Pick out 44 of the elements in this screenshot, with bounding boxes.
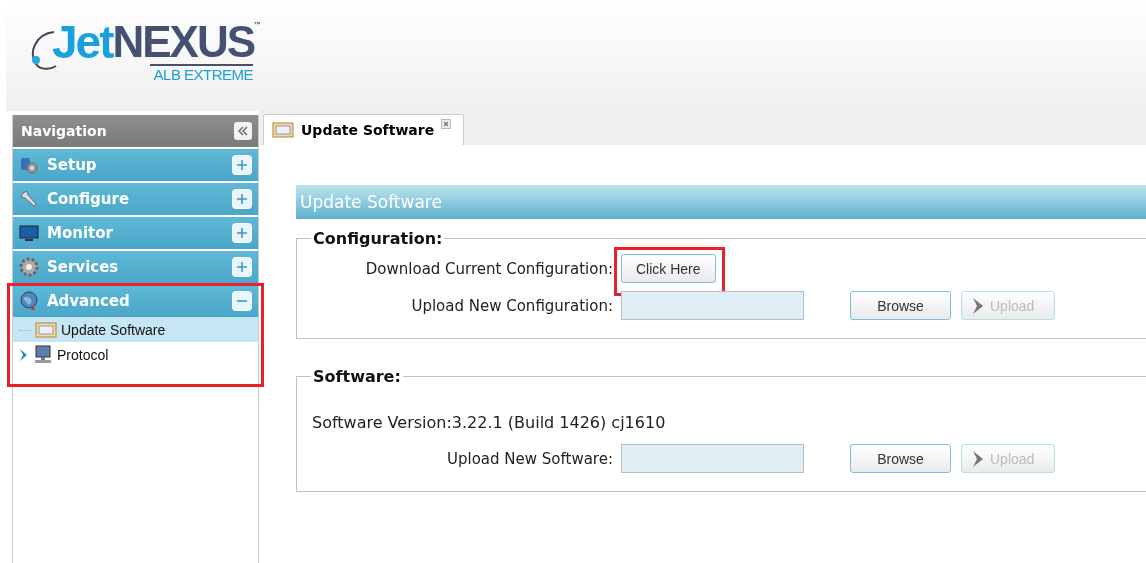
- click-here-button[interactable]: Click Here: [621, 254, 716, 283]
- nav-section-header[interactable]: Monitor: [13, 217, 258, 249]
- computer-icon: [33, 344, 53, 365]
- field-label: Download Current Configuration:: [364, 259, 613, 278]
- expand-icon[interactable]: [232, 223, 252, 243]
- nav-section-header[interactable]: Advanced: [13, 285, 258, 317]
- browse-button[interactable]: Browse: [850, 291, 951, 320]
- file-field[interactable]: [621, 291, 804, 320]
- nav-section-label: Services: [47, 258, 120, 276]
- expand-icon[interactable]: [232, 189, 252, 209]
- nav-section-label: Configure: [47, 190, 131, 208]
- chevron-icon: [972, 449, 984, 468]
- version-text: Software Version:3.22.1 (Build 1426) cj1610: [312, 413, 666, 432]
- tree-item[interactable]: Protocol: [13, 342, 258, 367]
- monitor-icon: [19, 223, 39, 243]
- field-label: Upload New Configuration:: [410, 296, 613, 315]
- globe-icon: [19, 291, 39, 311]
- collapse-icon[interactable]: [232, 291, 252, 311]
- panel-title: Update Software: [296, 185, 1146, 219]
- fieldset-legend: Configuration:: [311, 229, 445, 248]
- chevron-icon: [972, 296, 984, 315]
- gear-icon: [19, 257, 39, 277]
- nav-section-label: Advanced: [47, 292, 131, 310]
- file-field[interactable]: [621, 444, 804, 473]
- navigation-title: Navigation: [21, 123, 107, 139]
- nav-section-header[interactable]: Configure: [13, 183, 258, 215]
- close-icon: [441, 119, 452, 129]
- collapse-button[interactable]: [234, 122, 252, 140]
- nav-section-label: Monitor: [47, 224, 114, 242]
- expand-icon[interactable]: [232, 155, 252, 175]
- panel-icon: [35, 321, 57, 338]
- expand-icon[interactable]: [232, 257, 252, 277]
- double-chevron-icon: [238, 126, 248, 136]
- field-label: Upload New Software:: [446, 449, 613, 468]
- wrench-icon: [19, 189, 39, 209]
- nav-section-header[interactable]: Setup: [13, 149, 258, 181]
- panel-icon: [272, 122, 294, 138]
- tree-item[interactable]: Update Software: [13, 317, 258, 342]
- fieldset-legend: Software:: [311, 367, 403, 386]
- nav-section-header[interactable]: Services: [13, 251, 258, 283]
- browse-button[interactable]: Browse: [850, 444, 951, 473]
- gear-icon: [19, 155, 39, 175]
- tab[interactable]: Update Software: [263, 114, 465, 145]
- nav-section-label: Setup: [47, 156, 98, 174]
